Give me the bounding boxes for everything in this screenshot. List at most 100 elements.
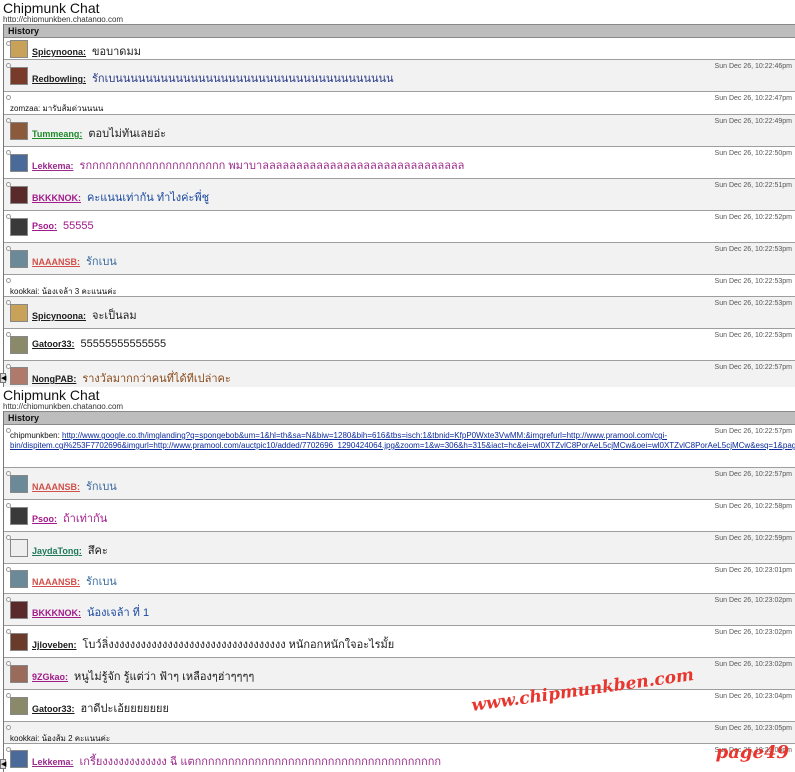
message-line: NAAANSB: รักเบน [32, 477, 117, 495]
message-username[interactable]: JaydaTong: [32, 546, 82, 556]
message-username[interactable]: NAAANSB: [32, 482, 80, 492]
message-username[interactable]: NongPAB: [32, 374, 76, 384]
user-avatar[interactable] [10, 750, 28, 768]
message-timestamp: Sun Dec 26, 10:22:47pm [714, 95, 792, 102]
message-timestamp: Sun Dec 26, 10:22:50pm [714, 150, 792, 157]
user-avatar[interactable] [10, 367, 28, 385]
message-username[interactable]: BKKKNOK: [32, 193, 81, 203]
chat-message: Sun Dec 26, 10:23:01pm NAAANSB: รักเบน [4, 564, 795, 594]
message-line: BKKKNOK: น้องเจล้า ที่ 1 [32, 603, 149, 621]
user-avatar[interactable] [10, 539, 28, 557]
user-avatar[interactable] [10, 154, 28, 172]
message-username[interactable]: Psoo: [32, 221, 57, 231]
message-timestamp: Sun Dec 26, 10:23:02pm [714, 629, 792, 636]
user-avatar[interactable] [10, 122, 28, 140]
chat-url[interactable]: http://chipmunkben.chatango.com [3, 402, 123, 409]
chat-message: Sun Dec 26, 10:22:53pm Gatoor33: 555555555… [4, 329, 795, 361]
history-header[interactable]: History [4, 411, 795, 425]
message-text: โบว์ลิ่งงงงงงงงงงงงงงงงงงงงงงงงงงงงงงงงง… [82, 639, 395, 651]
user-avatar[interactable] [10, 633, 28, 651]
message-line: Psoo: ถ้าเท่ากัน [32, 509, 107, 527]
chat-message: Sun Dec 26, 10:23:02pm BKKKNOK: น้องเจล้า … [4, 594, 795, 626]
message-timestamp: Sun Dec 26, 10:22:53pm [714, 332, 792, 339]
message-timestamp: Sun Dec 26, 10:22:57pm [714, 471, 792, 478]
message-username[interactable]: NAAANSB: [32, 257, 80, 267]
message-list[interactable]: Spicynoona: ขอบาดมม Sun Dec 26, 10:22:46pm… [4, 38, 795, 387]
chat-panel-1: Chipmunk Chat http://chipmunkben.chatang… [0, 0, 795, 387]
message-text: หนูไม่รู้จัก รู้แต่ว่า ฟ้าๆ เหลืองๆฮ่าๆๆ… [74, 671, 255, 683]
chat-message: Sun Dec 26, 10:22:53pm kookkai: น้องเจล้า… [4, 275, 795, 297]
chat-message: Sun Dec 26, 10:22:58pm Psoo: ถ้าเท่ากัน [4, 500, 795, 532]
message-username[interactable]: Psoo: [32, 514, 57, 524]
message-line: Lekkema: เกรี้ยงงงงงงงงงงงง ฉี แตกกกกกกกก… [32, 752, 441, 770]
chat-message: Sun Dec 26, 10:23:06pm Lekkema: เกรี้ยงงงง… [4, 744, 795, 772]
message-text: รักเบน [86, 481, 117, 493]
message-username[interactable]: Gatoor33: [32, 339, 75, 349]
user-avatar[interactable] [10, 570, 28, 588]
message-line: Jjloveben: โบว์ลิ่งงงงงงงงงงงงงงงงงงงงงงง… [32, 635, 394, 653]
message-line: NongPAB: รางวัลมากกว่าคนที่ได้ทีเปล่าคะ [32, 369, 231, 387]
message-timestamp: Sun Dec 26, 10:22:49pm [714, 118, 792, 125]
message-text: รักเบนนนนนนนนนนนนนนนนนนนนนนนนนนนนนนนนนนน… [92, 73, 394, 85]
chat-frame: History Spicynoona: ขอบาดมม Sun Dec 26, 10… [3, 24, 795, 387]
message-line: Tummeang: ตอบไม่ทันเลยอ่ะ [32, 124, 166, 142]
history-header[interactable]: History [4, 24, 795, 38]
message-text: kookkai: น้องส้ม 2 คะแนนค่ะ [10, 734, 111, 743]
app-title: Chipmunk Chat [3, 387, 100, 403]
user-avatar[interactable] [10, 697, 28, 715]
user-avatar[interactable] [10, 507, 28, 525]
message-username[interactable]: BKKKNOK: [32, 608, 81, 618]
message-list[interactable]: Sun Dec 26, 10:22:57pm chipmunkben: http:… [4, 425, 795, 772]
user-avatar[interactable] [10, 665, 28, 683]
message-text: รางวัลมากกว่าคนที่ได้ทีเปล่าคะ [82, 373, 231, 385]
chat-url[interactable]: http://chipmunkben.chatango.com [3, 15, 123, 22]
message-username[interactable]: NAAANSB: [32, 577, 80, 587]
message-username[interactable]: Lekkema: [32, 161, 74, 171]
message-line: chipmunkben: http://www.google.co.th/img… [10, 431, 795, 451]
user-avatar[interactable] [10, 336, 28, 354]
message-timestamp: Sun Dec 26, 10:22:53pm [714, 246, 792, 253]
chat-panel-2: Chipmunk Chat http://chipmunkben.chatang… [0, 387, 795, 772]
message-line: kookkai: น้องส้ม 2 คะแนนค่ะ [10, 732, 111, 743]
message-username[interactable]: Gatoor33: [32, 704, 75, 714]
chat-message: Sun Dec 26, 10:22:49pm Tummeang: ตอบไม่ทัน… [4, 115, 795, 147]
message-username[interactable]: 9ZGkao: [32, 672, 68, 682]
user-avatar[interactable] [10, 67, 28, 85]
message-username[interactable]: Lekkema: [32, 757, 74, 767]
message-username[interactable]: Redbowling: [32, 74, 86, 84]
scroll-left-icon[interactable]: ◀ [0, 759, 6, 769]
message-line: Spicynoona: ขอบาดมม [32, 42, 141, 59]
chat-message: Sun Dec 26, 10:22:50pm Lekkema: รกกกกกกกกก… [4, 147, 795, 179]
chat-message: Sun Dec 26, 10:22:52pm Psoo: 55555 [4, 211, 795, 243]
chat-message: Sun Dec 26, 10:22:57pm NAAANSB: รักเบน [4, 468, 795, 500]
user-avatar[interactable] [10, 475, 28, 493]
user-avatar[interactable] [10, 304, 28, 322]
message-username[interactable]: Jjloveben: [32, 640, 77, 650]
message-timestamp: Sun Dec 26, 10:22:53pm [714, 300, 792, 307]
message-text: ถ้าเท่ากัน [63, 513, 108, 525]
message-link[interactable]: http://www.google.co.th/imglanding?q=spo… [10, 431, 795, 450]
user-avatar[interactable] [10, 186, 28, 204]
chat-message: Spicynoona: ขอบาดมม [4, 38, 795, 60]
message-timestamp: Sun Dec 26, 10:23:02pm [714, 597, 792, 604]
user-avatar[interactable] [10, 250, 28, 268]
user-avatar[interactable] [10, 601, 28, 619]
user-avatar[interactable] [10, 218, 28, 236]
message-line: 9ZGkao: หนูไม่รู้จัก รู้แต่ว่า ฟ้าๆ เหลือ… [32, 667, 254, 685]
message-line: NAAANSB: รักเบน [32, 252, 117, 270]
chat-message: Sun Dec 26, 10:22:57pm NongPAB: รางวัลมากก… [4, 361, 795, 387]
message-timestamp: Sun Dec 26, 10:23:04pm [714, 693, 792, 700]
message-username[interactable]: Spicynoona: [32, 311, 86, 321]
message-timestamp: Sun Dec 26, 10:23:02pm [714, 661, 792, 668]
message-username[interactable]: Tummeang: [32, 129, 82, 139]
chat-message: Sun Dec 26, 10:22:53pm NAAANSB: รักเบน [4, 243, 795, 275]
message-line: NAAANSB: รักเบน [32, 572, 117, 590]
message-timestamp: Sun Dec 26, 10:23:01pm [714, 567, 792, 574]
message-username[interactable]: Spicynoona: [32, 47, 86, 57]
message-line: kookkai: น้องเจล้า 3 คะแนนค่ะ [10, 285, 117, 296]
message-text: รักเบน [86, 576, 117, 588]
status-dot-icon [6, 725, 11, 730]
user-avatar[interactable] [10, 40, 28, 58]
scroll-left-icon[interactable]: ◀ [0, 373, 6, 383]
chat-frame: History Sun Dec 26, 10:22:57pm chipmunkbe… [3, 411, 795, 772]
